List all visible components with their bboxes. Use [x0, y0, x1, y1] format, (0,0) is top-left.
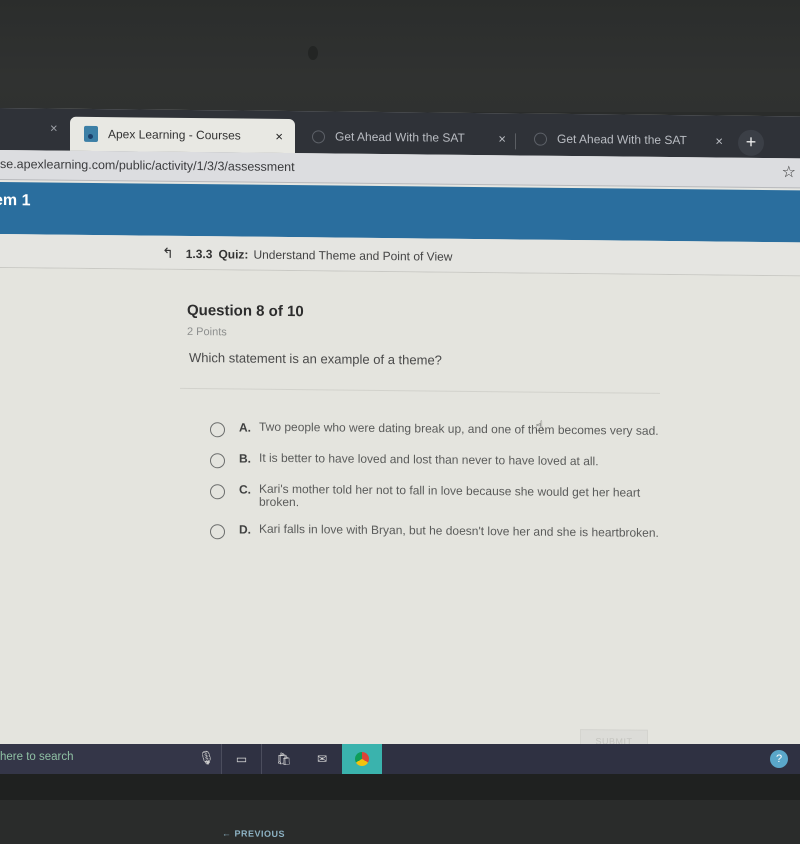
apex-favicon-icon [84, 125, 98, 143]
taskbar-search[interactable]: here to search 🎙 [0, 744, 222, 774]
radio-button[interactable] [210, 524, 225, 540]
task-view-icon: ▭ [235, 752, 248, 766]
choice-d[interactable]: D. Kari falls in love with Bryan, but he… [210, 522, 670, 544]
hand-cursor-icon: ☝ [535, 417, 544, 434]
radio-button[interactable] [210, 453, 225, 469]
globe-icon [312, 129, 325, 143]
choice-letter: C. [239, 482, 251, 497]
url-text[interactable]: se.apexlearning.com/public/activity/1/3/… [0, 157, 295, 174]
taskbar: here to search 🎙 ▭ 🛍 ✉ ? [0, 744, 800, 774]
tab-apex-learning[interactable]: Apex Learning - Courses × [70, 116, 295, 154]
monitor-bezel [0, 0, 800, 112]
up-arrow-icon[interactable]: ↰ [162, 245, 174, 262]
choice-b[interactable]: B. It is better to have loved and lost t… [210, 451, 670, 473]
tab-label: Apex Learning - Courses [108, 127, 241, 143]
bookmark-star-icon[interactable]: ☆ [782, 162, 796, 182]
choice-c[interactable]: C. Kari's mother told her not to fall in… [210, 482, 670, 513]
tab-label: Get Ahead With the SAT [557, 131, 687, 148]
choice-letter: A. [239, 420, 251, 435]
choice-text: Two people who were dating break up, and… [259, 419, 659, 438]
quiz-title: Understand Theme and Point of View [253, 247, 453, 264]
chrome-icon [355, 752, 369, 766]
previous-button[interactable]: ← PREVIOUS [222, 828, 285, 839]
quiz-breadcrumb[interactable]: ↰ 1.3.3 Quiz: Understand Theme and Point… [162, 245, 452, 265]
search-placeholder[interactable]: here to search [0, 751, 74, 763]
radio-button[interactable] [210, 484, 225, 500]
choice-letter: B. [239, 451, 251, 466]
new-tab-button[interactable]: + [738, 129, 764, 157]
quiz-kind: Quiz: [218, 246, 249, 262]
tab-sat-2[interactable]: Get Ahead With the SAT × [520, 121, 735, 157]
task-view-button[interactable]: ▭ [222, 744, 262, 774]
choice-a[interactable]: A. Two people who were dating break up, … [210, 417, 670, 442]
course-header-title: em 1 [0, 191, 31, 210]
question-points: 2 Points [187, 325, 227, 339]
microphone-icon[interactable]: 🎙 [198, 750, 215, 766]
question-area: Question 8 of 10 2 Points Which statemen… [0, 268, 800, 839]
mail-button[interactable]: ✉ [302, 744, 342, 774]
divider [180, 387, 660, 394]
question-number: Question 8 of 10 [187, 301, 304, 321]
choice-text: It is better to have loved and lost than… [259, 450, 599, 469]
question-prompt: Which statement is an example of a theme… [189, 349, 442, 368]
radio-button[interactable] [210, 422, 225, 438]
answer-choices: A. Two people who were dating break up, … [210, 417, 670, 555]
tab-close-icon[interactable]: × [498, 131, 506, 146]
close-icon[interactable]: × [50, 121, 58, 136]
chrome-taskbar-button[interactable] [342, 744, 382, 774]
monitor-bottom-bezel [0, 774, 800, 800]
store-icon: 🛍 [276, 752, 292, 766]
help-icon[interactable]: ? [770, 750, 788, 768]
course-header: em 1 [0, 182, 800, 243]
tab-close-icon[interactable]: × [275, 128, 283, 143]
screen: × Apex Learning - Courses × Get Ahead Wi… [0, 108, 800, 839]
tab-sat-1[interactable]: Get Ahead With the SAT × [298, 119, 518, 155]
webcam [308, 46, 318, 60]
choice-text: Kari falls in love with Bryan, but he do… [259, 521, 659, 540]
choice-letter: D. [239, 522, 251, 537]
tab-separator [515, 133, 516, 150]
quiz-number: 1.3.3 [185, 246, 213, 261]
mail-icon: ✉ [316, 752, 328, 766]
store-button[interactable]: 🛍 [264, 744, 304, 774]
tab-label: Get Ahead With the SAT [335, 129, 465, 145]
tab-close-icon[interactable]: × [715, 133, 723, 148]
globe-icon [534, 132, 547, 146]
choice-text: Kari's mother told her not to fall in lo… [259, 481, 641, 510]
